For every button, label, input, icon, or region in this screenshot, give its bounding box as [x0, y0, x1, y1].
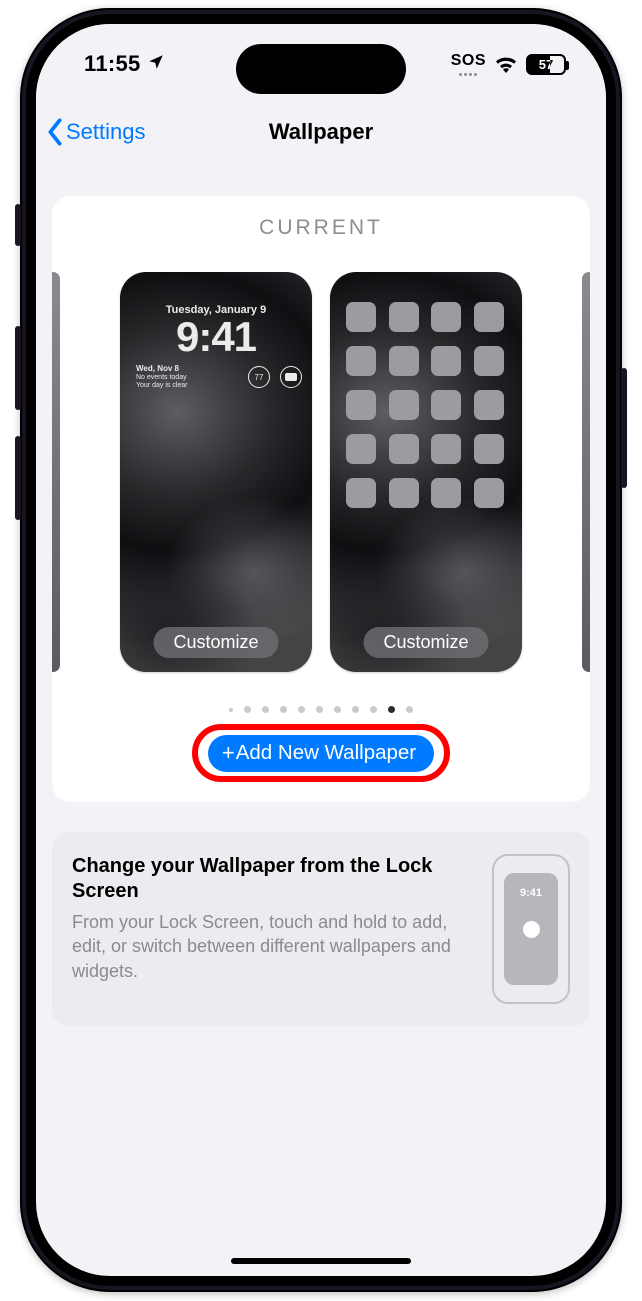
info-title: Change your Wallpaper from the Lock Scre… [72, 854, 474, 904]
pagination-dots [52, 706, 590, 713]
location-icon [147, 51, 165, 77]
sos-label: SOS [451, 52, 486, 70]
home-indicator[interactable] [231, 1258, 411, 1264]
change-from-lock-info: Change your Wallpaper from the Lock Scre… [52, 832, 590, 1026]
wallet-widget-icon [280, 366, 302, 388]
side-button [15, 204, 21, 246]
current-wallpaper-card: CURRENT Tuesday, January 9 9:41 Wed, Nov… [52, 196, 590, 802]
wallpaper-previews[interactable]: Tuesday, January 9 9:41 Wed, Nov 8 No ev… [52, 272, 590, 682]
power-button [621, 368, 627, 488]
battery-icon: 57 [526, 54, 566, 75]
nav-bar: Settings Wallpaper [36, 104, 606, 160]
dynamic-island [236, 44, 406, 94]
info-body: From your Lock Screen, touch and hold to… [72, 910, 474, 983]
cell-dots-icon [459, 73, 477, 76]
phone-frame: 11:55 SOS 57 [20, 8, 622, 1292]
current-section-title: CURRENT [52, 216, 590, 240]
volume-down-button [15, 436, 21, 520]
lock-preview-time: 9:41 [120, 316, 312, 358]
weather-widget-icon: 77 [248, 366, 270, 388]
plus-icon: + [222, 742, 235, 764]
lock-preview-widgets: Wed, Nov 8 No events today Your day is c… [120, 364, 312, 390]
battery-percent: 57 [528, 57, 564, 72]
home-screen-preview[interactable]: Customize [330, 272, 522, 672]
home-preview-grid [346, 302, 506, 508]
customize-home-button[interactable]: Customize [363, 627, 488, 658]
lock-screen-illustration: 9:41 [492, 854, 570, 1004]
add-button-label: Add New Wallpaper [236, 741, 416, 765]
screen: 11:55 SOS 57 [36, 24, 606, 1276]
prev-wallpaper-edge[interactable] [52, 272, 60, 672]
back-label: Settings [66, 119, 146, 145]
page-title: Wallpaper [269, 119, 373, 145]
back-button[interactable]: Settings [46, 104, 146, 160]
status-time: 11:55 [84, 51, 141, 77]
add-new-wallpaper-button[interactable]: + Add New Wallpaper [208, 735, 434, 772]
lock-screen-preview[interactable]: Tuesday, January 9 9:41 Wed, Nov 8 No ev… [120, 272, 312, 672]
wifi-icon [494, 55, 518, 73]
customize-lock-button[interactable]: Customize [153, 627, 278, 658]
next-wallpaper-edge[interactable] [582, 272, 590, 672]
volume-up-button [15, 326, 21, 410]
